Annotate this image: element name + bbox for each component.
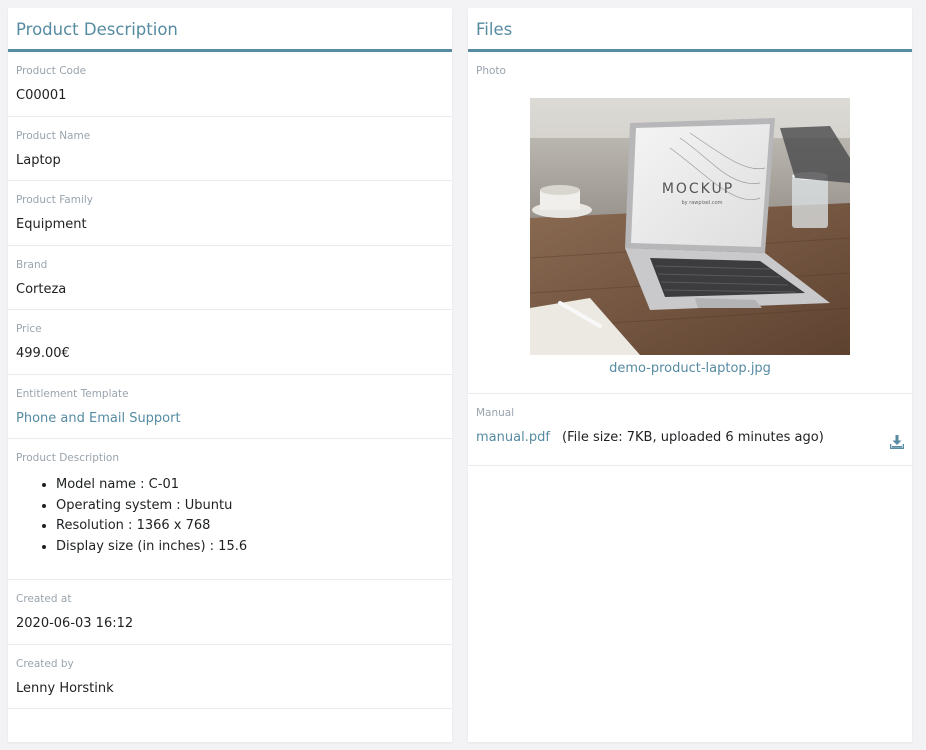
product-photo[interactable]: MOCKUP by rawpixel.com (530, 98, 850, 355)
field-label: Created by (16, 657, 74, 670)
photo-mockup-text: MOCKUP (662, 181, 734, 197)
field-label: Product Code (16, 65, 87, 77)
field-label: Product Description (16, 452, 120, 464)
field-manual: Manual manual.pdf (File size: 7KB, uploa… (468, 394, 912, 466)
field-price: Price 499.00€ (8, 310, 452, 375)
field-value: 499.00€ (16, 346, 70, 361)
field-label: Photo (476, 65, 506, 77)
field-product-code: Product Code C00001 (8, 52, 452, 117)
list-item: Display size (in inches) : 15.6 (56, 537, 247, 558)
list-item: Resolution : 1366 x 768 (56, 516, 247, 537)
field-value: Lenny Horstink (16, 680, 114, 696)
field-product-description: Product Description Model name : C-01 Op… (8, 439, 452, 580)
field-label: Price (16, 323, 42, 335)
field-value: C00001 (16, 88, 67, 103)
field-created-at: Created at 2020-06-03 16:12 (8, 580, 452, 645)
manual-row: manual.pdf (File size: 7KB, uploaded 6 m… (476, 430, 824, 445)
field-label: Entitlement Template (16, 387, 129, 400)
field-photo: Photo MOCKUP by rawpixel.com demo-produc… (468, 52, 912, 394)
field-label: Created at (16, 593, 72, 605)
field-label: Brand (16, 258, 48, 271)
files-card: Files Photo MOCKUP by rawpixel.com demo-… (468, 8, 912, 742)
photo-file-link[interactable]: demo-product-laptop.jpg (468, 361, 912, 376)
field-label: Manual (476, 407, 515, 419)
card-title: Product Description (8, 8, 452, 52)
field-value: Laptop (16, 152, 61, 168)
field-label: Product Name (16, 129, 91, 142)
card-title: Files (468, 8, 912, 52)
photo-mockup-subtext: by rawpixel.com (681, 200, 722, 206)
field-product-name: Product Name Laptop (8, 117, 452, 181)
field-value: Equipment (16, 217, 87, 232)
product-description-card: Product Description Product Code C00001 … (8, 8, 452, 742)
field-entitlement-template: Entitlement Template Phone and Email Sup… (8, 375, 452, 439)
list-item: Model name : C-01 (56, 475, 247, 496)
field-value: 2020-06-03 16:12 (16, 616, 134, 631)
list-item: Operating system : Ubuntu (56, 496, 247, 517)
field-product-family: Product Family Equipment (8, 181, 452, 246)
manual-file-link[interactable]: manual.pdf (476, 430, 550, 445)
manual-file-info: (File size: 7KB, uploaded 6 minutes ago) (562, 430, 824, 445)
field-label: Product Family (16, 194, 93, 206)
field-value: Corteza (16, 281, 67, 297)
description-list: Model name : C-01 Operating system : Ubu… (16, 475, 247, 557)
field-created-by: Created by Lenny Horstink (8, 645, 452, 709)
entitlement-template-link[interactable]: Phone and Email Support (16, 411, 181, 426)
field-brand: Brand Corteza (8, 246, 452, 310)
download-icon[interactable] (889, 434, 905, 450)
